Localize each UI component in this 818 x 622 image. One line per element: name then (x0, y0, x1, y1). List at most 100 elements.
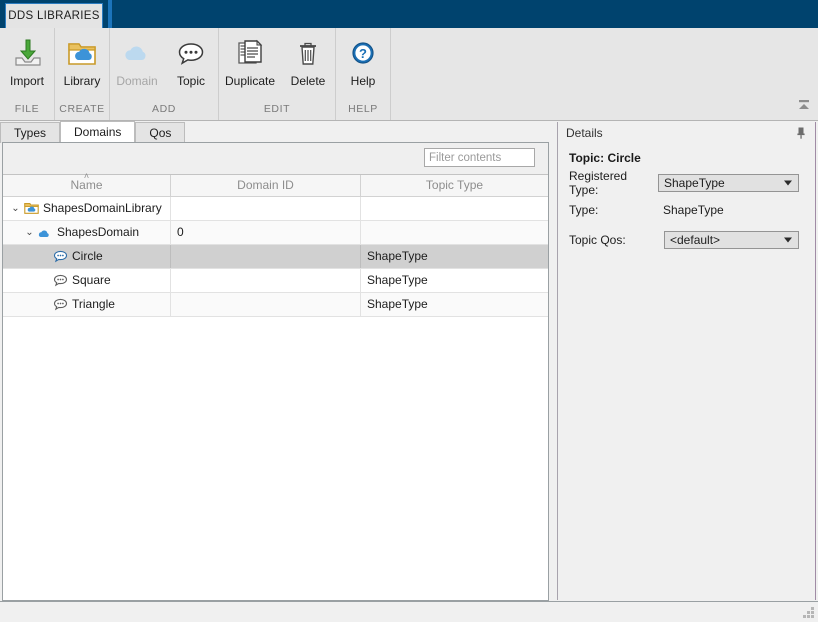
cell-topic-type: ShapeType (361, 293, 548, 316)
details-panel: Details Topic: Circle Registered Type: S… (557, 122, 816, 600)
type-value: ShapeType (658, 203, 724, 217)
row-name-label: Triangle (72, 293, 115, 316)
ribbon-group-create: Library CREATE (55, 28, 110, 120)
library-button-label: Library (64, 74, 101, 88)
delete-button[interactable]: Delete (281, 28, 335, 98)
svg-text:?: ? (359, 46, 367, 61)
duplicate-button-label: Duplicate (225, 74, 275, 88)
topic-speech-icon (51, 274, 69, 287)
tab-domains[interactable]: Domains (60, 121, 135, 143)
registered-type-value: ShapeType (664, 176, 725, 190)
domains-tree-table: ˄ Name Domain ID Topic Type ⌄ (3, 174, 548, 600)
ribbon-group-title-file: FILE (0, 100, 54, 120)
ribbon-toolbar: Import FILE (0, 28, 818, 121)
tab-qos-label: Qos (149, 126, 171, 140)
cell-name: Triangle (3, 293, 171, 316)
cell-name: Square (3, 269, 171, 292)
library-folder-icon (65, 33, 99, 73)
cell-domain-id (171, 293, 361, 316)
cell-name: ⌄ ShapesDomain (3, 221, 171, 244)
ribbon-group-title-add: ADD (110, 100, 218, 120)
status-strip (0, 601, 818, 622)
table-row[interactable]: ⌄ ShapesDomainLibrary (3, 197, 548, 221)
table-row[interactable]: Triangle ShapeType (3, 293, 548, 317)
topic-qos-dropdown[interactable]: <default> (664, 231, 799, 249)
cloud-icon (120, 33, 154, 73)
ribbon-group-edit: Duplicate Delete (219, 28, 336, 120)
details-header: Details (558, 122, 815, 144)
import-icon (10, 33, 44, 73)
table-row[interactable]: ⌄ ShapesDomain 0 (3, 221, 548, 245)
column-header-domain-id[interactable]: Domain ID (171, 175, 361, 196)
ribbon-group-title-edit: EDIT (219, 100, 335, 120)
filter-bar (3, 143, 548, 174)
domains-panel: ˄ Name Domain ID Topic Type ⌄ (2, 142, 549, 601)
topic-qos-label: Topic Qos: (569, 233, 658, 247)
ribbon-group-title-help: HELP (336, 100, 390, 120)
duplicate-button[interactable]: Duplicate (219, 28, 281, 98)
sort-ascending-icon: ˄ (84, 172, 89, 180)
app-tab-dds-libraries[interactable]: DDS LIBRARIES (5, 3, 103, 28)
expander-chevron-down-icon[interactable]: ⌄ (23, 221, 36, 244)
column-header-domain-id-label: Domain ID (237, 178, 294, 192)
row-name-label: ShapesDomain (57, 221, 139, 244)
column-header-topic-type-label: Topic Type (426, 178, 483, 192)
table-row[interactable]: Square ShapeType (3, 269, 548, 293)
cell-topic-type (361, 221, 548, 244)
import-button[interactable]: Import (0, 28, 54, 98)
pin-icon[interactable] (794, 125, 808, 141)
registered-type-label: Registered Type: (569, 169, 658, 197)
ribbon-group-add: Domain Topic A (110, 28, 219, 120)
tab-types[interactable]: Types (0, 122, 60, 143)
import-button-label: Import (10, 74, 44, 88)
topic-speech-icon (51, 298, 69, 311)
details-title: Topic: Circle (569, 151, 815, 165)
chevron-down-icon (784, 181, 792, 186)
domain-button[interactable]: Domain (110, 28, 164, 98)
ribbon-group-file: Import FILE (0, 28, 55, 120)
app-tab-label: DDS LIBRARIES (8, 10, 99, 22)
column-header-topic-type[interactable]: Topic Type (361, 175, 548, 196)
ribbon-groups: Import FILE (0, 28, 391, 120)
row-name-label: Square (72, 269, 111, 292)
topic-qos-value: <default> (670, 233, 720, 247)
column-header-name[interactable]: ˄ Name (3, 175, 171, 196)
table-row[interactable]: Circle ShapeType (3, 245, 548, 269)
topic-button[interactable]: Topic (164, 28, 218, 98)
field-registered-type: Registered Type: ShapeType (569, 174, 815, 192)
library-button[interactable]: Library (55, 28, 109, 98)
cloud-icon (36, 227, 54, 239)
chevron-down-icon (784, 238, 792, 243)
registered-type-dropdown[interactable]: ShapeType (658, 174, 799, 192)
tab-types-label: Types (14, 126, 46, 140)
cell-topic-type: ShapeType (361, 269, 548, 292)
type-label: Type: (569, 203, 658, 217)
speech-bubble-icon (174, 33, 208, 73)
help-button[interactable]: ? Help (336, 28, 390, 98)
cell-topic-type: ShapeType (361, 245, 548, 268)
domain-button-label: Domain (116, 74, 157, 88)
row-name-label: Circle (72, 245, 103, 268)
details-header-label: Details (566, 126, 603, 140)
cell-name: Circle (3, 245, 171, 268)
collapse-ribbon-icon[interactable] (795, 98, 813, 114)
duplicate-pages-icon (233, 33, 267, 73)
help-button-label: Help (351, 74, 376, 88)
cell-domain-id (171, 245, 361, 268)
topic-button-label: Topic (177, 74, 205, 88)
expander-chevron-down-icon[interactable]: ⌄ (9, 197, 22, 220)
cell-topic-type (361, 197, 548, 220)
topic-speech-icon (51, 250, 69, 263)
tab-qos[interactable]: Qos (135, 122, 185, 143)
tab-domains-label: Domains (74, 125, 121, 139)
field-topic-qos: Topic Qos: <default> (569, 231, 815, 249)
trash-can-icon (291, 33, 325, 73)
cell-domain-id (171, 197, 361, 220)
dds-libraries-window: DDS LIBRARIES Import (0, 0, 818, 622)
filter-contents-input[interactable] (424, 148, 535, 167)
resize-grip[interactable] (803, 607, 815, 619)
title-bar: DDS LIBRARIES (0, 0, 818, 28)
table-header-row: ˄ Name Domain ID Topic Type (3, 175, 548, 197)
cell-name: ⌄ ShapesDomainLibrary (3, 197, 171, 220)
ribbon-group-help: ? Help HELP (336, 28, 391, 120)
